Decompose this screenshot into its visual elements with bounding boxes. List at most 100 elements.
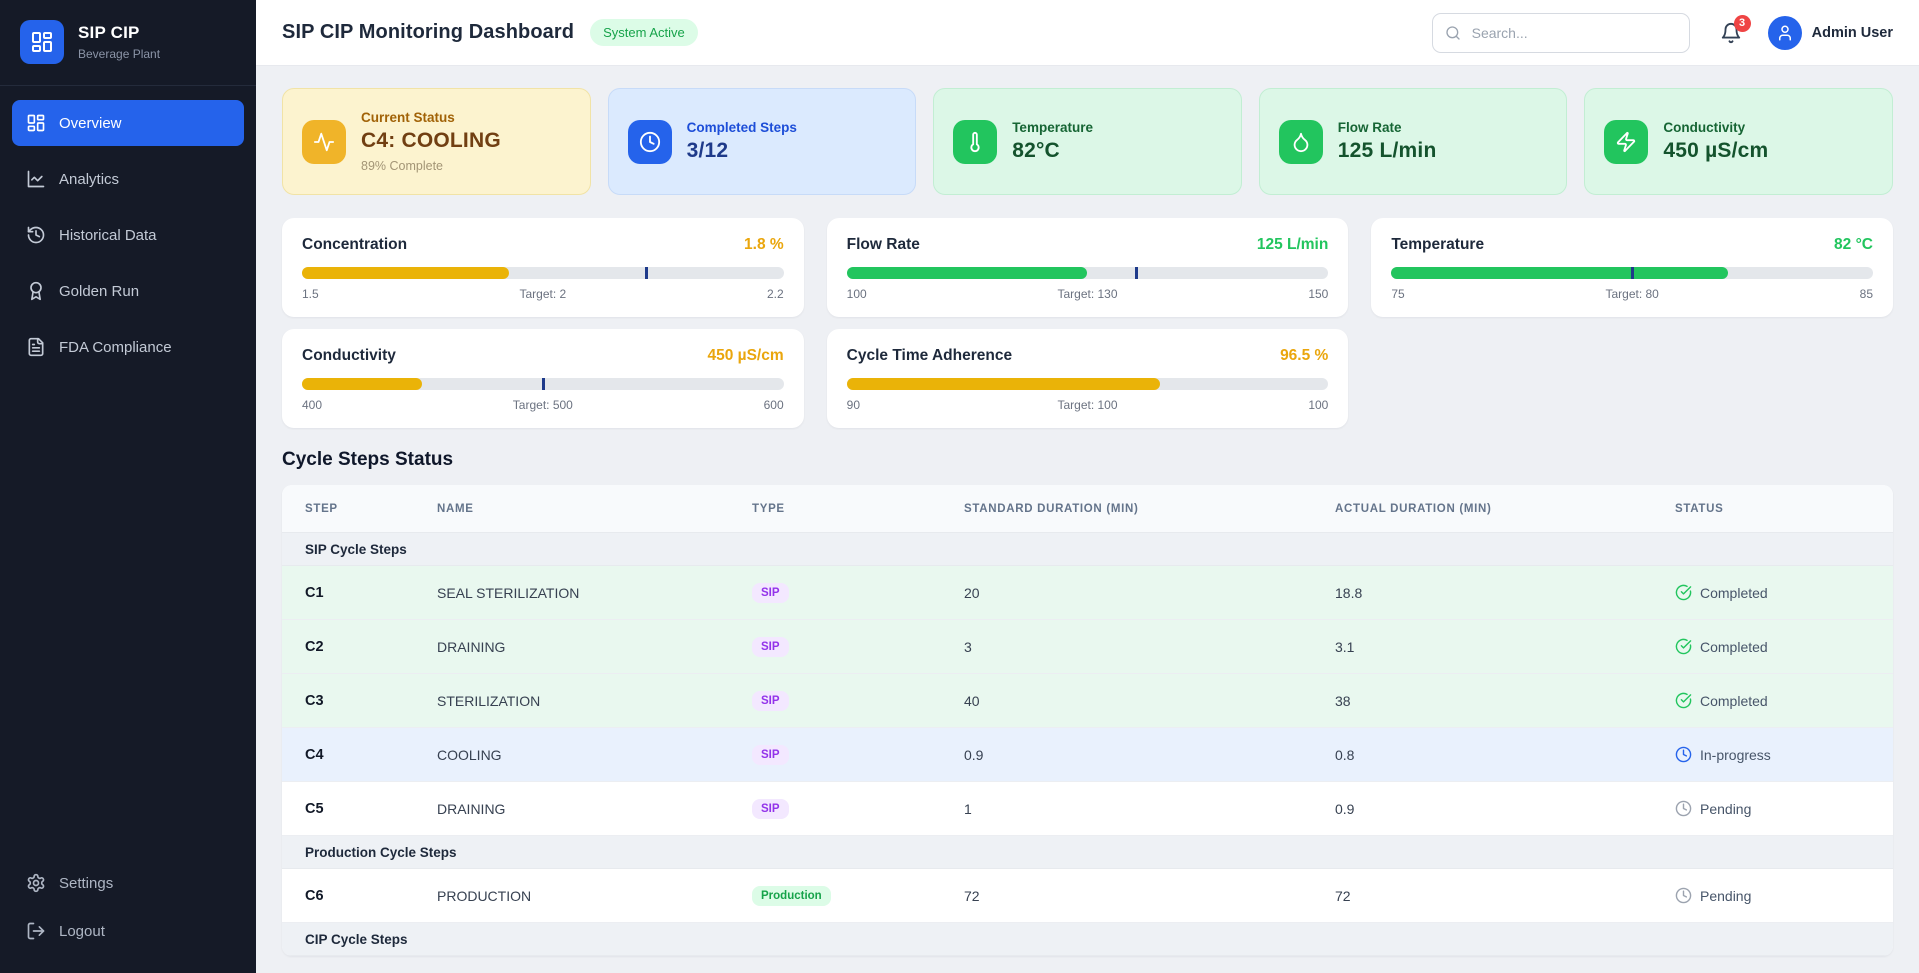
step-id-cell: C2 <box>305 639 437 655</box>
type-badge: Production <box>752 886 831 906</box>
gauge-progress-bar <box>302 378 784 390</box>
logout-icon <box>26 921 46 941</box>
gauge-card-flow-rate: Flow Rate125 L/min100Target: 130150 <box>827 218 1349 317</box>
actual-duration-cell: 0.9 <box>1335 801 1675 817</box>
logo-container <box>20 20 64 64</box>
status-cell: Pending <box>1675 887 1893 904</box>
table-row: C1SEAL STERILIZATIONSIP2018.8Completed <box>282 566 1893 620</box>
standard-duration-cell: 1 <box>964 801 1335 817</box>
user-name: Admin User <box>1812 25 1893 41</box>
step-id-cell: C5 <box>305 801 437 817</box>
gauge-header: Temperature82 °C <box>1391 236 1873 254</box>
search-input[interactable] <box>1470 24 1677 42</box>
page-title: SIP CIP Monitoring Dashboard <box>282 21 574 44</box>
app-name: SIP CIP <box>78 23 160 43</box>
type-badge: SIP <box>752 691 789 711</box>
sidebar-item-label: FDA Compliance <box>59 339 172 356</box>
table-body: SIP Cycle StepsC1SEAL STERILIZATIONSIP20… <box>282 533 1893 956</box>
check-circle-icon <box>1675 584 1692 601</box>
kpi-card-body: Current StatusC4: COOLING89% Complete <box>361 110 501 173</box>
gauge-scale-labels: 1.5Target: 22.2 <box>302 287 784 301</box>
sidebar-item-fda-compliance[interactable]: FDA Compliance <box>12 324 244 370</box>
sidebar-item-settings[interactable]: Settings <box>12 863 244 903</box>
gauge-target-label: Target: 100 <box>1007 398 1168 412</box>
topbar-actions: 3 Admin User <box>1432 13 1893 53</box>
search-box[interactable] <box>1432 13 1690 53</box>
kpi-card-completed-steps: Completed Steps3/12 <box>608 88 917 195</box>
sidebar-item-overview[interactable]: Overview <box>12 100 244 146</box>
kpi-value: 82°C <box>1012 139 1093 163</box>
actual-duration-cell: 72 <box>1335 888 1675 904</box>
status-cell: Completed <box>1675 584 1893 601</box>
standard-duration-cell: 20 <box>964 585 1335 601</box>
clock-icon <box>1675 746 1692 763</box>
step-name-cell: COOLING <box>437 747 752 763</box>
sidebar-item-logout[interactable]: Logout <box>12 911 244 951</box>
step-name-cell: DRAINING <box>437 801 752 817</box>
step-type-cell: SIP <box>752 799 964 819</box>
kpi-card-body: Temperature82°C <box>1012 120 1093 163</box>
gauge-min-label: 75 <box>1391 287 1552 301</box>
gauge-value: 125 L/min <box>1257 236 1329 254</box>
gauge-progress-fill <box>847 378 1160 390</box>
gauge-min-label: 400 <box>302 398 463 412</box>
step-name-cell: SEAL STERILIZATION <box>437 585 752 601</box>
award-icon <box>26 281 46 301</box>
status-cell: Pending <box>1675 800 1893 817</box>
check-circle-icon <box>1675 692 1692 709</box>
table-header-row: STEPNAMETYPESTANDARD DURATION (MIN)ACTUA… <box>282 485 1893 533</box>
sidebar-item-historical-data[interactable]: Historical Data <box>12 212 244 258</box>
kpi-card-body: Flow Rate125 L/min <box>1338 120 1437 163</box>
kpi-icon-box <box>1279 120 1323 164</box>
kpi-label: Current Status <box>361 110 501 125</box>
status-label: Pending <box>1700 801 1751 817</box>
standard-duration-cell: 72 <box>964 888 1335 904</box>
step-name-cell: STERILIZATION <box>437 693 752 709</box>
status-cell: Completed <box>1675 692 1893 709</box>
sidebar-item-label: Logout <box>59 923 105 940</box>
cycle-steps-table: STEPNAMETYPESTANDARD DURATION (MIN)ACTUA… <box>282 485 1893 956</box>
gauge-max-label: 2.2 <box>623 287 784 301</box>
sidebar-footer: Settings Logout <box>0 849 256 973</box>
app-logo: SIP CIP Beverage Plant <box>0 0 256 86</box>
table-row: C2DRAININGSIP33.1Completed <box>282 620 1893 674</box>
gauge-title: Concentration <box>302 236 407 254</box>
kpi-icon-box <box>302 120 346 164</box>
completed-icon <box>1675 584 1692 601</box>
gauge-max-label: 100 <box>1168 398 1329 412</box>
column-header: NAME <box>437 503 752 515</box>
notifications-button[interactable]: 3 <box>1720 22 1742 44</box>
gauge-card-temperature: Temperature82 °C75Target: 8085 <box>1371 218 1893 317</box>
user-icon <box>1776 24 1794 42</box>
gauge-target-label: Target: 500 <box>463 398 624 412</box>
gauge-progress-bar <box>847 267 1329 279</box>
table-group-label: CIP Cycle Steps <box>305 932 408 947</box>
gauge-min-label: 100 <box>847 287 1008 301</box>
actual-duration-cell: 18.8 <box>1335 585 1675 601</box>
user-menu[interactable]: Admin User <box>1768 16 1893 50</box>
actual-duration-cell: 3.1 <box>1335 639 1675 655</box>
sidebar-item-label: Settings <box>59 875 113 892</box>
table-row: C4COOLINGSIP0.90.8In-progress <box>282 728 1893 782</box>
dashboard-icon <box>26 113 46 133</box>
gauge-value: 82 °C <box>1834 236 1873 254</box>
kpi-card-current-status: Current StatusC4: COOLING89% Complete <box>282 88 591 195</box>
cycle-steps-section-title: Cycle Steps Status <box>282 449 1893 471</box>
gauge-max-label: 600 <box>623 398 784 412</box>
status-label: Completed <box>1700 585 1768 601</box>
sidebar: SIP CIP Beverage Plant Overview Analytics… <box>0 0 256 973</box>
table-group-row: Production Cycle Steps <box>282 836 1893 869</box>
kpi-subtext: 89% Complete <box>361 159 501 173</box>
sidebar-item-golden-run[interactable]: Golden Run <box>12 268 244 314</box>
sidebar-item-label: Historical Data <box>59 227 157 244</box>
gauge-target-label: Target: 130 <box>1007 287 1168 301</box>
gauge-header: Cycle Time Adherence96.5 % <box>847 347 1329 365</box>
gauge-target-marker <box>1631 267 1634 279</box>
sidebar-item-analytics[interactable]: Analytics <box>12 156 244 202</box>
standard-duration-cell: 0.9 <box>964 747 1335 763</box>
kpi-icon-box <box>953 120 997 164</box>
table-group-label: Production Cycle Steps <box>305 845 457 860</box>
gauge-max-label: 150 <box>1168 287 1329 301</box>
kpi-icon-box <box>628 120 672 164</box>
gauge-max-label: 85 <box>1712 287 1873 301</box>
